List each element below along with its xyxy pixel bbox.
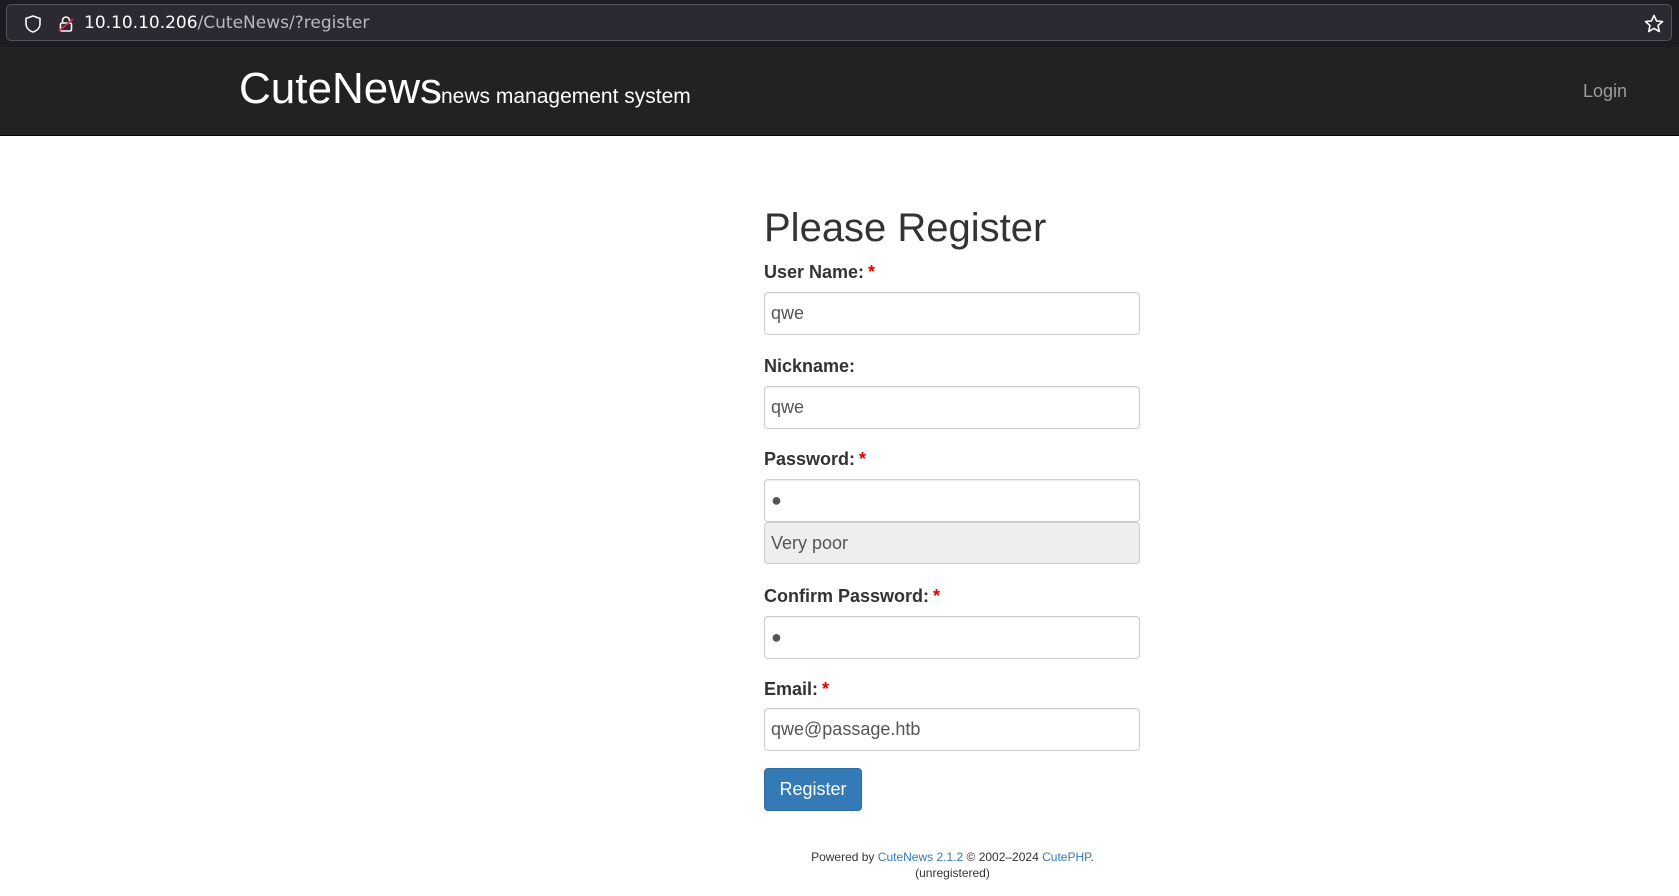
cutephp-link[interactable]: CutePHP (1042, 850, 1090, 864)
confirm-password-label-text: Confirm Password: (764, 586, 930, 606)
username-label-text: User Name: (764, 262, 865, 282)
email-label: Email: * (764, 678, 829, 700)
cutenews-link[interactable]: CuteNews 2.1.2 (878, 850, 963, 864)
email-field[interactable] (764, 708, 1140, 751)
password-strength-meter: Very poor (764, 522, 1140, 564)
register-form: Please Register User Name:* Nickname: Pa… (764, 200, 1140, 811)
shield-icon[interactable] (23, 14, 43, 34)
required-mark: * (933, 586, 941, 606)
confirm-password-label: Confirm Password: * (764, 585, 940, 607)
brand-subtitle: news management system (441, 85, 691, 108)
brand-logo[interactable]: CuteNews (239, 65, 442, 113)
email-label-text: Email: (764, 679, 819, 699)
required-mark: * (859, 449, 867, 469)
url-text[interactable]: 10.10.10.206/CuteNews/?register (84, 13, 369, 33)
footer-status: (unregistered) (915, 866, 990, 880)
password-label: Password: * (764, 448, 866, 470)
footer-copyright: © 2002–2024 (966, 850, 1039, 864)
page-title: Please Register (764, 206, 1047, 250)
insecure-lock-icon[interactable] (56, 14, 76, 34)
browser-toolbar: 10.10.10.206/CuteNews/?register (0, 0, 1679, 47)
username-field[interactable] (764, 292, 1140, 335)
site-navbar: CuteNews news management system Login (0, 47, 1679, 136)
address-bar[interactable]: 10.10.10.206/CuteNews/?register (6, 4, 1672, 41)
bookmark-star-icon[interactable] (1643, 13, 1665, 35)
username-label: User Name: * (764, 261, 875, 283)
nickname-label: Nickname: (764, 356, 856, 376)
footer-period: . (1090, 850, 1094, 864)
footer-powered-by: Powered by (811, 850, 875, 864)
page-footer: Powered by CuteNews 2.1.2 © 2002–2024 Cu… (0, 849, 1679, 881)
password-field[interactable] (764, 479, 1140, 522)
url-path: /CuteNews/?register (197, 13, 370, 33)
required-mark: * (868, 262, 876, 282)
password-label-text: Password: (764, 449, 856, 469)
required-mark: * (822, 679, 830, 699)
footer-credits: Powered by CuteNews 2.1.2 © 2002–2024 Cu… (0, 849, 1679, 865)
nickname-field[interactable] (764, 386, 1140, 429)
confirm-password-field[interactable] (764, 616, 1140, 659)
url-host: 10.10.10.206 (84, 13, 198, 33)
register-button[interactable]: Register (764, 768, 862, 811)
login-link[interactable]: Login (1583, 79, 1627, 103)
